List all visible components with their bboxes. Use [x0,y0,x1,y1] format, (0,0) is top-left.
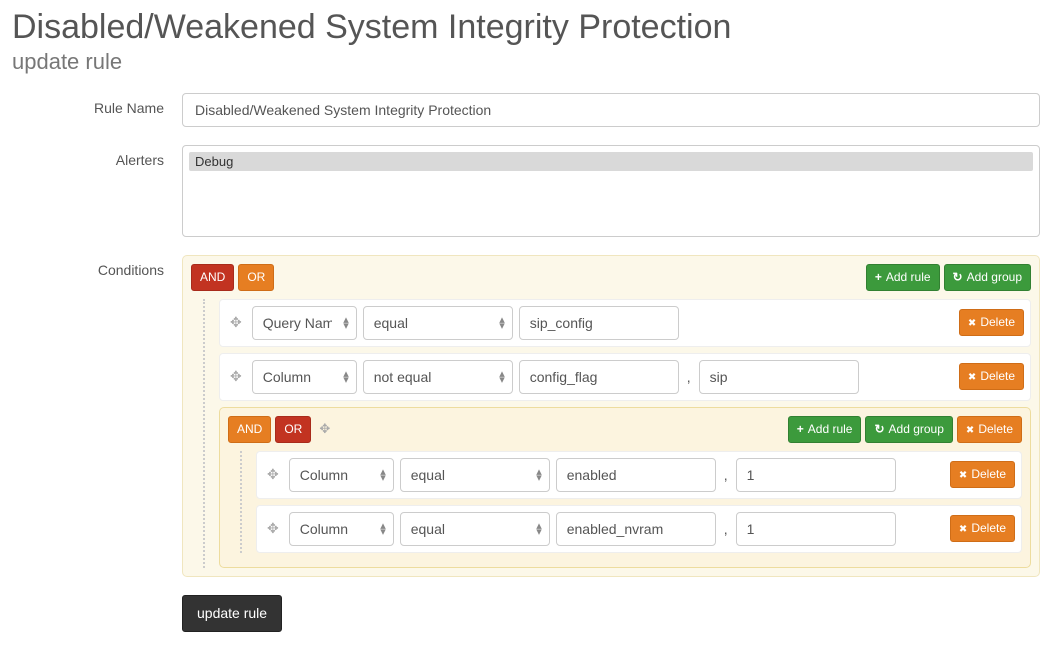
delete-group-button[interactable]: Delete [957,416,1022,443]
root-or-toggle[interactable]: OR [238,264,274,291]
close-icon [968,314,976,331]
nested-or-toggle[interactable]: OR [275,416,311,443]
plus-icon [875,269,882,286]
nested-add-group-button[interactable]: Add group [865,416,952,443]
root-condition-group: AND OR Add rule Add group ✥ Query Name ▴… [182,255,1040,577]
field-select[interactable]: Column [289,512,394,546]
drag-handle-icon[interactable]: ✥ [319,421,330,437]
value-input[interactable] [519,306,679,340]
value-input-2[interactable] [736,512,896,546]
close-icon [959,466,967,483]
value-input-2[interactable] [736,458,896,492]
rule-name-label: Rule Name [12,93,182,116]
separator: , [685,369,693,385]
operator-select[interactable]: not equal [363,360,513,394]
conditions-label: Conditions [12,255,182,278]
root-and-toggle[interactable]: AND [191,264,234,291]
update-rule-button[interactable]: update rule [182,595,282,633]
root-add-group-button[interactable]: Add group [944,264,1031,291]
field-select[interactable]: Query Name [252,306,357,340]
operator-select[interactable]: equal [400,512,550,546]
separator: , [722,467,730,483]
delete-rule-button[interactable]: Delete [959,309,1024,336]
operator-select[interactable]: equal [400,458,550,492]
reload-icon [953,269,963,286]
field-select[interactable]: Column [252,360,357,394]
alerters-select[interactable]: Debug [182,145,1040,237]
drag-handle-icon[interactable]: ✥ [263,466,283,483]
root-add-rule-button[interactable]: Add rule [866,264,940,291]
close-icon [966,421,974,438]
drag-handle-icon[interactable]: ✥ [226,314,246,331]
value-input[interactable] [519,360,679,394]
plus-icon [797,421,804,438]
close-icon [959,520,967,537]
reload-icon [874,421,884,438]
value-input[interactable] [556,458,716,492]
operator-select[interactable]: equal [363,306,513,340]
rule-row: ✥ Query Name ▴▾ equal ▴▾ Delete [219,299,1031,347]
nested-add-rule-button[interactable]: Add rule [788,416,862,443]
rule-name-input[interactable] [182,93,1040,127]
drag-handle-icon[interactable]: ✥ [263,520,283,537]
rule-row: ✥ Column ▴▾ equal ▴▾ , [256,505,1022,553]
alerters-label: Alerters [12,145,182,168]
nested-condition-group: AND OR ✥ Add rule Add group Delete ✥ [219,407,1031,568]
value-input[interactable] [556,512,716,546]
rule-row: ✥ Column ▴▾ not equal ▴▾ , Delete [219,353,1031,401]
close-icon [968,368,976,385]
alerter-option-debug[interactable]: Debug [189,152,1033,171]
page-title: Disabled/Weakened System Integrity Prote… [12,8,1040,47]
delete-rule-button[interactable]: Delete [950,515,1015,542]
rule-row: ✥ Column ▴▾ equal ▴▾ , [256,451,1022,499]
separator: , [722,521,730,537]
delete-rule-button[interactable]: Delete [950,461,1015,488]
value-input-2[interactable] [699,360,859,394]
field-select[interactable]: Column [289,458,394,492]
delete-rule-button[interactable]: Delete [959,363,1024,390]
drag-handle-icon[interactable]: ✥ [226,368,246,385]
page-subtitle: update rule [12,49,1040,75]
nested-and-toggle[interactable]: AND [228,416,271,443]
